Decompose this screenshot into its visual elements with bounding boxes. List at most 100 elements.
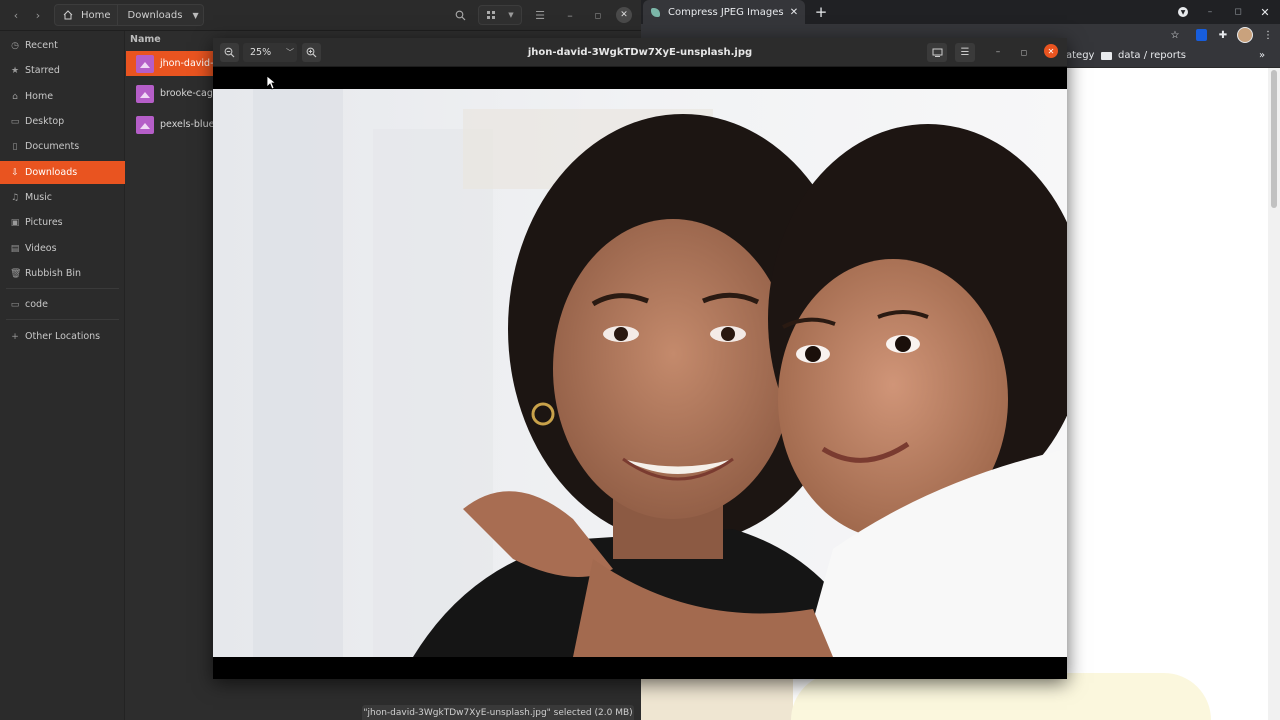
- kebab-menu-icon[interactable]: ⋮: [1261, 28, 1275, 42]
- minimize-icon: –: [995, 47, 1001, 57]
- file-name: pexels-blue-: [160, 119, 218, 130]
- download-icon: ⇩: [11, 167, 19, 178]
- hamburger-icon: ☰: [535, 8, 545, 22]
- trash-icon: 🗑: [10, 268, 22, 279]
- image-viewer-headerbar: 25% ﹀ jhon-david-3WgkTDw7XyE-unsplash.jp…: [213, 38, 1067, 67]
- minimize-button[interactable]: –: [561, 5, 579, 25]
- gallery-button[interactable]: [927, 43, 947, 62]
- bookmark-star-icon[interactable]: ☆: [1168, 28, 1182, 42]
- sidebar-item-label: code: [25, 299, 48, 310]
- page-decoration: [641, 678, 793, 720]
- sidebar-divider: [6, 288, 119, 289]
- image-viewer-window: 25% ﹀ jhon-david-3WgkTDw7XyE-unsplash.jp…: [213, 38, 1067, 679]
- sidebar-item-home[interactable]: ⌂ Home: [0, 85, 125, 108]
- sidebar-item-videos[interactable]: ▤ Videos: [0, 237, 125, 260]
- close-button[interactable]: ✕: [616, 7, 632, 23]
- sidebar-item-label: Downloads: [25, 167, 78, 178]
- plus-icon: +: [814, 3, 828, 21]
- bookmark-folder-label: data / reports: [1118, 50, 1187, 61]
- path-home-label: Home: [81, 9, 111, 21]
- star-icon: ★: [10, 65, 20, 76]
- bookmark-folder-reports[interactable]: data / reports: [1101, 50, 1186, 61]
- forward-button[interactable]: ›: [28, 5, 48, 25]
- sidebar-item-other-locations[interactable]: + Other Locations: [0, 325, 125, 348]
- maximize-button[interactable]: ◻: [589, 5, 607, 25]
- sidebar-item-label: Starred: [25, 65, 60, 76]
- sidebar-item-pictures[interactable]: ▣ Pictures: [0, 211, 125, 234]
- avatar[interactable]: [1237, 27, 1253, 43]
- menu-button[interactable]: ☰: [529, 5, 551, 25]
- close-tab-icon[interactable]: ✕: [787, 7, 801, 18]
- new-tab-button[interactable]: +: [811, 2, 831, 22]
- tab-strip: Compress JPEG Images O ✕ + ▼ – ◻ ✕: [641, 0, 1280, 24]
- maximize-button[interactable]: ◻: [1016, 44, 1032, 60]
- zoom-out-button[interactable]: [220, 43, 239, 62]
- path-bar: Home Downloads ▼: [54, 4, 204, 26]
- chevron-left-icon: ‹: [13, 8, 19, 22]
- zoom-level-value: 25%: [250, 47, 272, 58]
- sidebar-item-starred[interactable]: ★ Starred: [0, 59, 125, 82]
- favicon-icon: [651, 7, 660, 17]
- sidebar-item-music[interactable]: ♫ Music: [0, 186, 125, 209]
- bookmark-item[interactable]: ategy: [1066, 50, 1094, 61]
- close-button[interactable]: ✕: [1044, 44, 1058, 58]
- tab-title: Compress JPEG Images O: [668, 6, 787, 18]
- path-home-button[interactable]: Home: [55, 5, 118, 25]
- hamburger-icon: ☰: [960, 47, 970, 58]
- slideshow-icon: [932, 48, 942, 57]
- music-icon: ♫: [10, 192, 20, 203]
- minimize-button[interactable]: –: [1202, 4, 1218, 20]
- sidebar-item-recent[interactable]: ◷ Recent: [0, 34, 125, 57]
- menu-button[interactable]: ☰: [955, 43, 975, 62]
- bitwarden-extension-icon[interactable]: [1196, 29, 1207, 41]
- view-options-button[interactable]: ▼: [478, 5, 522, 25]
- chevron-down-icon[interactable]: ﹀: [283, 43, 297, 62]
- zoom-out-icon: [224, 47, 235, 58]
- sidebar-divider: [6, 319, 119, 320]
- scrollbar-thumb[interactable]: [1271, 70, 1277, 208]
- tab-search-button[interactable]: ▼: [1178, 7, 1188, 17]
- sidebar-item-documents[interactable]: ▯ Documents: [0, 135, 125, 158]
- sidebar-item-code[interactable]: ▭ code: [0, 293, 125, 316]
- folder-icon: [1101, 51, 1112, 60]
- file-manager-headerbar: ‹ › Home Downloads ▼ ▼ ☰ – ◻ ✕: [0, 0, 641, 31]
- chevron-down-icon: ▼: [1180, 8, 1186, 16]
- zoom-in-button[interactable]: [302, 43, 321, 62]
- close-icon: ✕: [1047, 46, 1055, 56]
- page-decoration: [791, 673, 1211, 720]
- video-icon: ▤: [10, 243, 20, 254]
- sidebar-item-desktop[interactable]: ▭ Desktop: [0, 110, 125, 133]
- path-current-label: Downloads: [127, 9, 183, 21]
- clock-icon: ◷: [11, 40, 19, 51]
- sidebar-item-label: Documents: [25, 141, 80, 152]
- minimize-button[interactable]: –: [990, 44, 1006, 60]
- sidebar-item-label: Desktop: [25, 116, 65, 127]
- search-icon: [455, 10, 465, 20]
- maximize-icon: ◻: [594, 10, 602, 20]
- page-scrollbar[interactable]: [1268, 68, 1280, 720]
- home-icon: [63, 10, 73, 20]
- browser-tab[interactable]: Compress JPEG Images O ✕: [643, 0, 805, 24]
- back-button[interactable]: ‹: [6, 5, 26, 25]
- displayed-photo[interactable]: [213, 89, 1067, 657]
- sidebar-item-rubbish-bin[interactable]: 🗑 Rubbish Bin: [0, 262, 125, 285]
- close-button[interactable]: ✕: [1257, 4, 1273, 20]
- maximize-button[interactable]: ◻: [1230, 4, 1246, 20]
- more-bookmarks-icon[interactable]: »: [1259, 50, 1265, 61]
- sidebar-item-label: Pictures: [25, 217, 63, 228]
- extensions-puzzle-icon[interactable]: ✚: [1216, 28, 1230, 42]
- caret-down-icon: ▼: [192, 10, 199, 20]
- chevron-right-icon: ›: [35, 8, 41, 22]
- home-icon: ⌂: [12, 91, 18, 102]
- file-name: jhon-david-3: [160, 58, 220, 69]
- sidebar-item-downloads[interactable]: ⇩ Downloads: [0, 161, 125, 184]
- minimize-icon: –: [1207, 7, 1213, 17]
- places-sidebar: ◷ Recent ★ Starred ⌂ Home ▭ Desktop ▯ Documen…: [0, 31, 125, 720]
- minimize-icon: –: [567, 8, 573, 22]
- sidebar-item-label: Recent: [25, 40, 58, 51]
- picture-icon: ▣: [10, 217, 20, 228]
- path-downloads-button[interactable]: Downloads ▼: [118, 5, 205, 25]
- search-button[interactable]: [449, 5, 471, 25]
- mouse-cursor-icon: [266, 75, 276, 90]
- close-icon: ✕: [620, 10, 628, 20]
